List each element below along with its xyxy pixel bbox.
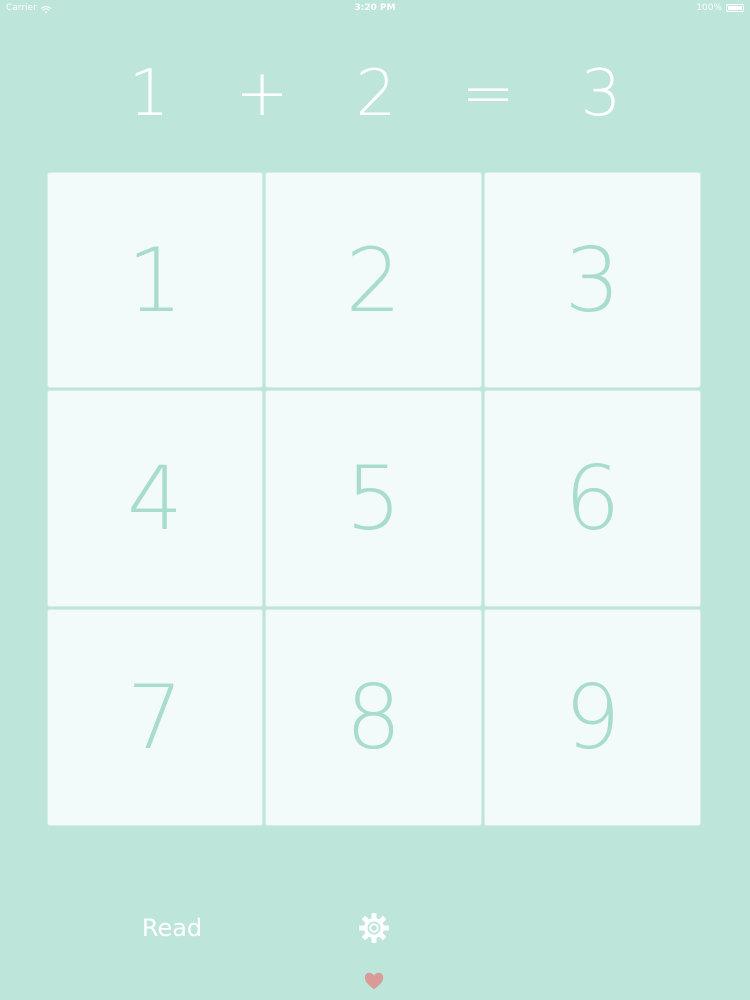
key-3[interactable]: 3 bbox=[484, 172, 701, 388]
equation-operand-b: 2 bbox=[355, 57, 397, 131]
equation-operand-a: 1 bbox=[128, 57, 170, 131]
status-time: 3:20 PM bbox=[354, 3, 396, 13]
key-6[interactable]: 6 bbox=[484, 390, 701, 607]
status-bar: Carrier 3:20 PM 100% bbox=[0, 0, 750, 16]
battery-icon bbox=[726, 4, 744, 12]
equation-operator: + bbox=[235, 57, 289, 131]
read-button[interactable]: Read bbox=[130, 908, 214, 948]
key-5[interactable]: 5 bbox=[265, 390, 482, 607]
equation-result: 3 bbox=[580, 57, 622, 131]
number-keypad: 1 2 3 4 5 6 7 8 9 bbox=[47, 172, 703, 828]
key-7[interactable]: 7 bbox=[47, 609, 263, 826]
key-8[interactable]: 8 bbox=[265, 609, 482, 826]
status-right: 100% bbox=[696, 0, 744, 16]
key-4[interactable]: 4 bbox=[47, 390, 263, 607]
equation-equals: = bbox=[461, 57, 515, 131]
gear-icon bbox=[359, 913, 389, 943]
key-2[interactable]: 2 bbox=[265, 172, 482, 388]
equation-display: 1 + 2 = 3 bbox=[0, 58, 750, 138]
heart-icon[interactable] bbox=[363, 970, 385, 992]
key-9[interactable]: 9 bbox=[484, 609, 701, 826]
settings-button[interactable] bbox=[356, 910, 392, 946]
key-1[interactable]: 1 bbox=[47, 172, 263, 388]
battery-percent: 100% bbox=[696, 3, 722, 13]
